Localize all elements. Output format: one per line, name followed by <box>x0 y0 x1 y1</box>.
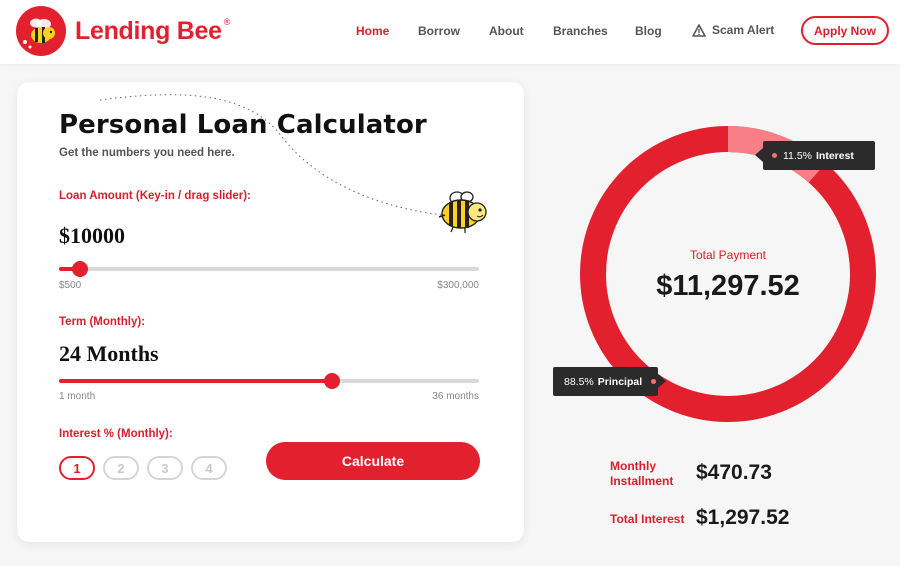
nav-item-home[interactable]: Home <box>356 24 389 38</box>
loan-amount-label: Loan Amount (Key-in / drag slider): <box>59 190 251 202</box>
interest-label: Interest % (Monthly): <box>59 428 173 440</box>
page-subtitle: Get the numbers you need here. <box>59 147 235 159</box>
site-header: Lending Bee ® Home Borrow About Branches… <box>0 0 900 64</box>
nav-item-blog[interactable]: Blog <box>635 24 662 38</box>
term-slider-handle[interactable] <box>324 373 340 389</box>
principal-tooltip: 88.5% Principal <box>553 367 666 396</box>
term-slider-fill <box>59 379 332 383</box>
total-payment-value: $11,297.52 <box>656 270 800 302</box>
monthly-installment-label: Monthly Installment <box>610 459 674 488</box>
interest-option-2[interactable]: 2 <box>103 456 139 480</box>
nav-item-branches[interactable]: Branches <box>553 24 608 38</box>
loan-amount-input[interactable]: $10000 <box>59 223 125 249</box>
loan-calculator-card: Personal Loan Calculator Get the numbers… <box>17 82 524 542</box>
bee-mascot-icon <box>438 191 487 233</box>
term-label: Term (Monthly): <box>59 316 146 328</box>
page-title: Personal Loan Calculator <box>59 110 427 140</box>
principal-percent: 88.5% <box>564 375 594 388</box>
monthly-installment-value: $470.73 <box>696 461 772 484</box>
calculate-button[interactable]: Calculate <box>266 442 480 480</box>
total-interest-label: Total Interest <box>610 512 685 526</box>
nav-item-borrow[interactable]: Borrow <box>418 24 460 38</box>
interest-dot-icon <box>772 153 777 158</box>
nav-item-about[interactable]: About <box>489 24 524 38</box>
nav-item-scam-alert[interactable]: Scam Alert <box>692 23 774 37</box>
apply-now-button[interactable]: Apply Now <box>801 16 889 45</box>
term-min: 1 month <box>59 391 96 402</box>
principal-dot-icon <box>651 379 657 384</box>
interest-option-1[interactable]: 1 <box>59 456 95 480</box>
interest-option-4[interactable]: 4 <box>191 456 227 480</box>
total-payment-label: Total Payment <box>689 248 767 262</box>
main-nav: Home Borrow About Branches Blog Scam Ale… <box>0 23 900 40</box>
principal-tooltip-label: Principal <box>597 375 643 388</box>
interest-rate-options: 1 2 3 4 <box>59 456 235 480</box>
loan-amount-min: $500 <box>59 280 82 291</box>
term-input[interactable]: 24 Months <box>59 341 159 367</box>
scam-alert-label: Scam Alert <box>712 23 775 37</box>
loan-amount-slider-handle[interactable] <box>72 261 88 277</box>
warning-icon <box>692 23 706 37</box>
total-interest-value: $1,297.52 <box>696 506 790 529</box>
interest-option-3[interactable]: 3 <box>147 456 183 480</box>
loan-amount-max: $300,000 <box>437 280 479 291</box>
term-max: 36 months <box>432 391 479 402</box>
interest-tooltip: 11.5% Interest <box>755 141 875 170</box>
loan-amount-slider[interactable] <box>59 261 479 277</box>
term-slider[interactable] <box>59 373 479 389</box>
interest-tooltip-label: Interest <box>816 149 854 162</box>
interest-percent: 11.5% <box>783 149 812 162</box>
